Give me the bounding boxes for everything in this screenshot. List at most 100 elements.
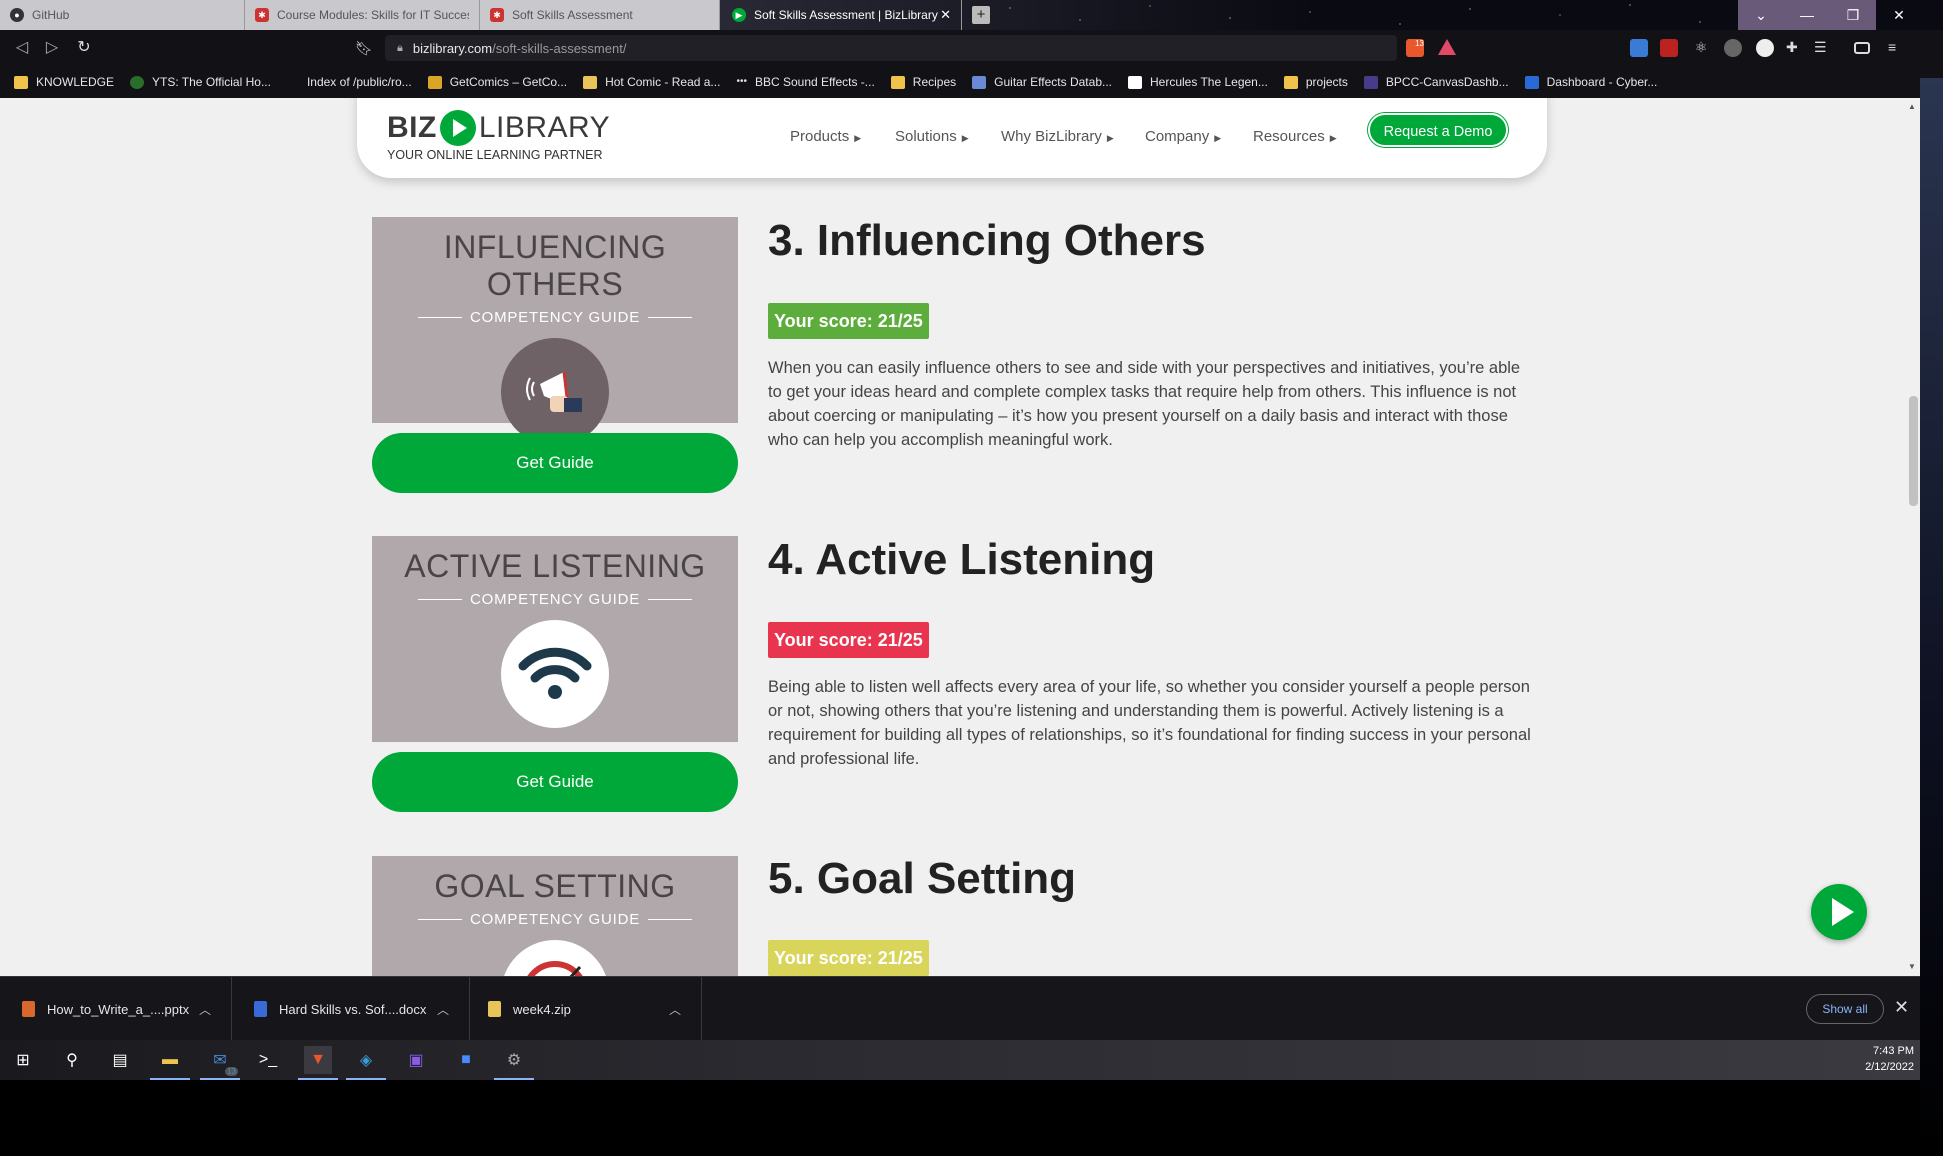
section-title: 5. Goal Setting — [768, 854, 1077, 903]
section-description: Being able to listen well affects every … — [768, 678, 1531, 768]
search-icon[interactable]: ⚲ — [58, 1046, 86, 1074]
w-extension-icon[interactable] — [1724, 39, 1742, 57]
circle-extension-icon[interactable] — [1756, 39, 1774, 57]
score-badge: Your score: 21/25 — [768, 940, 929, 976]
wallet-icon[interactable] — [1854, 42, 1870, 54]
canvas-icon: ✱ — [255, 8, 269, 22]
shields-count: 13 — [1415, 39, 1424, 48]
tab-github[interactable]: ● GitHub — [0, 0, 245, 30]
tab-soft-skills-assessment[interactable]: ✱ Soft Skills Assessment — [480, 0, 720, 30]
request-demo-button[interactable]: Request a Demo — [1368, 113, 1508, 147]
nav-resources[interactable]: Resources ▶ — [1253, 128, 1337, 145]
bookmark-hot-comic[interactable]: Hot Comic - Read a... — [583, 75, 720, 89]
translate-extension-icon[interactable] — [1630, 39, 1648, 57]
bookmark-icon[interactable]: 🔖︎ — [354, 38, 374, 58]
tab-bizlibrary-active[interactable]: ▶ Soft Skills Assessment | BizLibrary ✕ — [722, 0, 962, 30]
nav-company[interactable]: Company ▶ — [1145, 128, 1221, 145]
bizlibrary-icon: ▶ — [732, 8, 746, 22]
download-item[interactable]: How_to_Write_a_....pptx ︿ — [0, 977, 232, 1041]
zoom-icon[interactable]: ■ — [452, 1046, 480, 1074]
brave-shields-icon[interactable]: 13 — [1406, 39, 1424, 57]
nav-solutions[interactable]: Solutions ▶ — [895, 128, 969, 145]
bookmark-recipes[interactable]: Recipes — [890, 75, 956, 89]
nav-products[interactable]: Products ▶ — [790, 128, 861, 145]
tab-course-modules[interactable]: ✱ Course Modules: Skills for IT Success — [245, 0, 480, 30]
bookmark-hercules[interactable]: Hercules The Legen... — [1128, 75, 1268, 89]
logo-tagline: YOUR ONLINE LEARNING PARTNER — [387, 148, 603, 162]
bookmark-bbc[interactable]: ••• BBC Sound Effects -... — [736, 75, 874, 89]
restore-icon[interactable]: ❐ — [1830, 0, 1876, 30]
active-listening-guide-card[interactable]: ACTIVE LISTENING COMPETENCY GUIDE — [372, 536, 738, 742]
react-devtools-icon[interactable]: ⚛ — [1692, 39, 1710, 57]
section-description: When you can easily influence others to … — [768, 359, 1521, 449]
clock-date: 2/12/2022 — [1865, 1061, 1914, 1073]
windows-start-icon[interactable]: ⊞ — [9, 1046, 37, 1074]
back-icon[interactable]: ◁ — [12, 38, 32, 58]
file-explorer-icon[interactable]: ▬ — [150, 1046, 190, 1080]
chevron-up-icon[interactable]: ︿ — [669, 1001, 681, 1018]
mail-icon[interactable]: ✉ 13 — [200, 1046, 240, 1080]
download-item[interactable]: Hard Skills vs. Sof....docx ︿ — [232, 977, 470, 1041]
close-icon[interactable]: ✕ — [940, 7, 951, 23]
caret-right-icon: ▶ — [1329, 133, 1337, 143]
influencing-others-guide-card[interactable]: INFLUENCING OTHERS COMPETENCY GUIDE — [372, 217, 738, 446]
tab-label: Soft Skills Assessment — [512, 8, 633, 22]
page-scrollbar[interactable]: ▲ ▼ — [1906, 98, 1920, 976]
system-clock[interactable]: 7:43 PM 2/12/2022 — [1852, 1043, 1914, 1075]
score-badge: Your score: 21/25 — [768, 303, 929, 339]
task-view-icon[interactable]: ▤ — [106, 1046, 134, 1074]
bizlibrary-logo[interactable]: BIZ LIBRARY YOUR ONLINE LEARNING PARTNER — [387, 110, 610, 162]
tab-label: GitHub — [32, 8, 70, 22]
chat-launcher-button[interactable] — [1811, 884, 1867, 940]
chevron-up-icon[interactable]: ︿ — [437, 1001, 449, 1018]
get-guide-button[interactable]: Get Guide — [372, 752, 738, 812]
intellij-icon[interactable]: ▣ — [402, 1046, 430, 1074]
scroll-up-icon[interactable]: ▲ — [1908, 102, 1916, 111]
chevron-up-icon[interactable]: ︿ — [199, 1001, 211, 1018]
card-title: GOAL SETTING — [434, 868, 676, 904]
bookmark-bpcc[interactable]: BPCC-CanvasDashb... — [1363, 75, 1509, 89]
menu-icon[interactable]: ≡ — [1888, 39, 1906, 57]
close-icon[interactable]: ✕ — [1894, 997, 1909, 1018]
minimize-icon[interactable]: — — [1784, 0, 1830, 30]
docx-icon — [254, 1001, 267, 1017]
scrollbar-thumb[interactable] — [1909, 396, 1918, 506]
red-extension-icon[interactable] — [1660, 39, 1678, 57]
section-title: 3. Influencing Others — [768, 216, 1206, 265]
close-window-icon[interactable]: ✕ — [1876, 0, 1922, 30]
card-subtitle: COMPETENCY GUIDE — [469, 309, 641, 326]
download-item[interactable]: week4.zip ︿ — [470, 977, 702, 1041]
bookmark-index[interactable]: Index of /public/ro... — [307, 75, 412, 89]
show-all-downloads-button[interactable]: Show all — [1806, 994, 1884, 1024]
vscode-icon[interactable]: ◈ — [346, 1046, 386, 1080]
goal-setting-guide-card[interactable]: GOAL SETTING COMPETENCY GUIDE — [372, 856, 738, 976]
brave-rewards-icon[interactable] — [1438, 39, 1456, 55]
puzzle-extensions-icon[interactable]: ✚ — [1786, 39, 1804, 57]
wifi-icon — [501, 620, 609, 728]
bookmarks-bar: KNOWLEDGE YTS: The Official Ho... Index … — [0, 66, 1943, 98]
bookmark-getcomics[interactable]: GetComics – GetCo... — [427, 75, 567, 89]
bookmark-projects[interactable]: projects — [1283, 75, 1348, 89]
address-bar[interactable]: 🔒︎ bizlibrary.com/soft-skills-assessment… — [385, 35, 1397, 61]
scroll-down-icon[interactable]: ▼ — [1908, 962, 1916, 971]
bookmark-guitar-effects[interactable]: Guitar Effects Datab... — [972, 75, 1112, 89]
terminal-icon[interactable]: >_ — [254, 1046, 282, 1074]
get-guide-button[interactable]: Get Guide — [372, 433, 738, 493]
bookmark-dashboard-cyber[interactable]: Dashboard - Cyber... — [1524, 75, 1657, 89]
bookmark-yts[interactable]: YTS: The Official Ho... — [130, 75, 271, 89]
bookmark-knowledge[interactable]: KNOWLEDGE — [14, 75, 114, 89]
forward-icon[interactable]: ▷ — [42, 38, 62, 58]
megaphone-icon — [501, 338, 609, 446]
caret-right-icon: ▶ — [1214, 133, 1222, 143]
zip-icon — [488, 1001, 501, 1017]
nav-why-bizlibrary[interactable]: Why BizLibrary ▶ — [1001, 128, 1114, 145]
tab-search-icon[interactable]: ⌄ — [1738, 0, 1784, 30]
new-tab-button[interactable]: + — [972, 6, 990, 24]
brave-browser-icon[interactable]: ▼ — [298, 1046, 338, 1080]
settings-app-icon[interactable]: ⚙ — [494, 1046, 534, 1080]
section-title: 4. Active Listening — [768, 535, 1156, 584]
reload-icon[interactable]: ↻ — [74, 38, 94, 58]
playlist-icon[interactable]: ☰ — [1814, 39, 1832, 57]
cs-icon — [1524, 75, 1539, 89]
bbc-icon: ••• — [736, 75, 747, 87]
